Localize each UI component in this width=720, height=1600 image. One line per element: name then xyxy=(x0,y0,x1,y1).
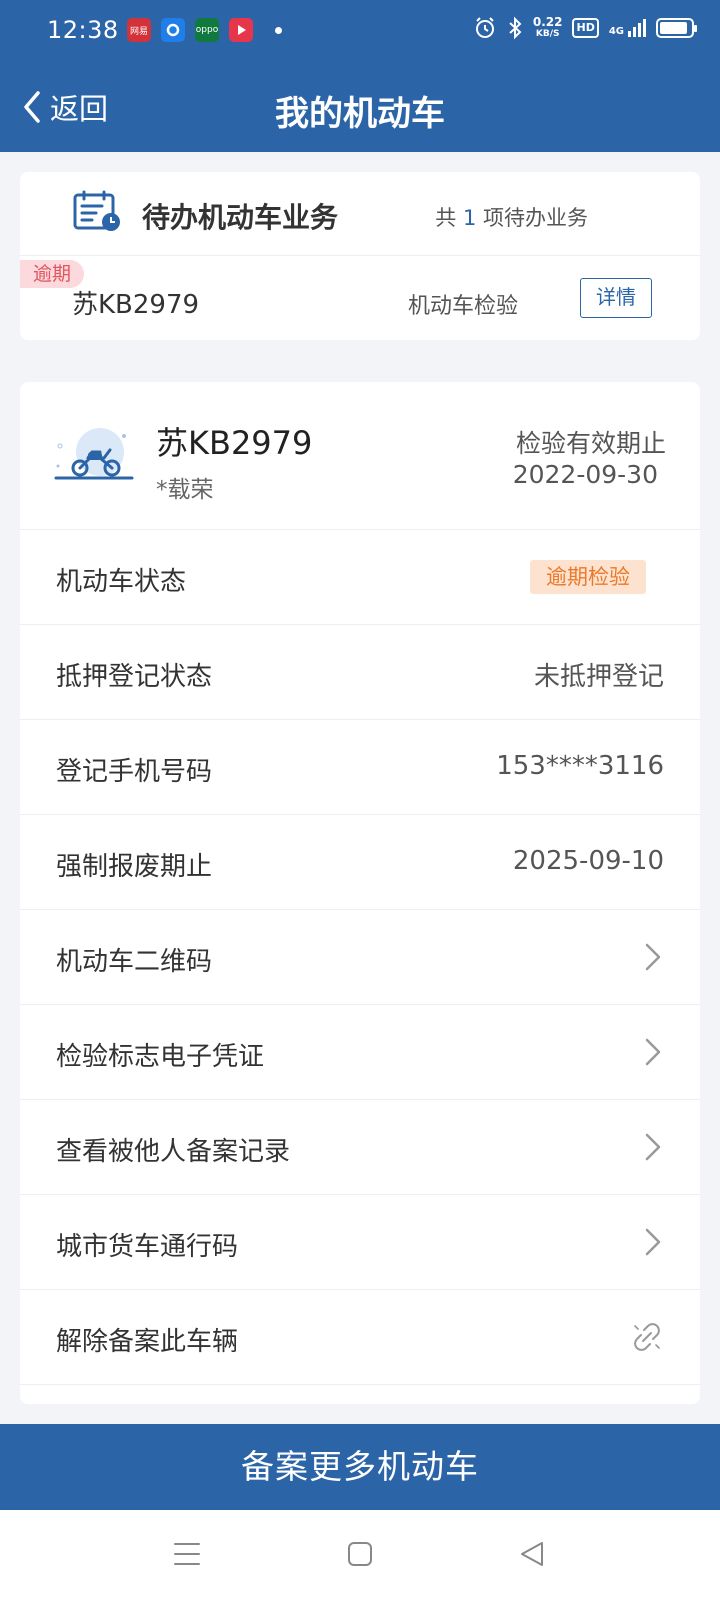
video-app-icon xyxy=(229,18,253,42)
navigation-bar: 返回 我的机动车 xyxy=(0,66,720,152)
pending-plate: 苏KB2979 xyxy=(72,290,200,320)
status-badge: 逾期检验 xyxy=(530,560,646,594)
notification-icons: 网易 oppo xyxy=(127,18,282,42)
motorcycle-icon xyxy=(54,428,134,480)
more-notifications-dot xyxy=(275,26,282,34)
vehicle-header: 苏KB2979 *载荣 检验有效期止 2022-09-30 xyxy=(20,382,700,530)
inspection-expiry-label: 检验有效期止 xyxy=(515,429,666,458)
alarm-icon xyxy=(475,17,494,38)
pending-count: 共 1 项待办业务 xyxy=(435,206,588,230)
row-phone: 登记手机号码 153****3116 xyxy=(20,720,700,815)
chevron-right-icon xyxy=(645,1133,661,1161)
row-unbind-vehicle[interactable]: 解除备案此车辆 xyxy=(20,1290,700,1385)
menu-icon[interactable] xyxy=(173,1540,201,1568)
oppo-icon: oppo xyxy=(195,18,219,42)
battery-icon xyxy=(656,18,697,38)
row-scrap-date: 强制报废期止 2025-09-10 xyxy=(20,815,700,910)
back-triangle-icon[interactable] xyxy=(518,1540,546,1568)
chevron-right-icon xyxy=(645,1038,661,1066)
status-indicators: 0.22 KB/S HD 4G xyxy=(473,15,697,40)
status-bar: 12:38 网易 oppo 0.22 KB/S HD 4G xyxy=(0,0,720,66)
bluetooth-icon xyxy=(509,16,522,40)
pending-type: 机动车检验 xyxy=(407,294,518,319)
vehicle-card: 苏KB2979 *载荣 检验有效期止 2022-09-30 机动车状态 逾期检验… xyxy=(20,382,700,1404)
signal-icon: 4G xyxy=(609,19,646,37)
row-vehicle-qrcode[interactable]: 机动车二维码 xyxy=(20,910,700,1005)
detail-button[interactable]: 详情 xyxy=(580,278,652,318)
vehicle-plate: 苏KB2979 xyxy=(156,424,313,462)
pending-title: 待办机动车业务 xyxy=(142,201,339,234)
row-truck-pass[interactable]: 城市货车通行码 xyxy=(20,1195,700,1290)
unlink-icon xyxy=(634,1323,660,1351)
browser-icon xyxy=(161,18,185,42)
row-others-records[interactable]: 查看被他人备案记录 xyxy=(20,1100,700,1195)
pending-item: 逾期 苏KB2979 机动车检验 详情 xyxy=(20,256,700,340)
hd-icon: HD xyxy=(572,18,599,38)
pending-header: 待办机动车业务 共 1 项待办业务 xyxy=(20,172,700,256)
chevron-right-icon xyxy=(645,943,661,971)
vehicle-owner: *载荣 xyxy=(156,477,214,503)
netease-cloud-icon: 网易 xyxy=(127,18,151,42)
pending-business-card: 待办机动车业务 共 1 项待办业务 逾期 苏KB2979 机动车检验 详情 xyxy=(20,172,700,340)
row-inspection-certificate[interactable]: 检验标志电子凭证 xyxy=(20,1005,700,1100)
row-mortgage-status: 抵押登记状态 未抵押登记 xyxy=(20,625,700,720)
row-vehicle-status: 机动车状态 逾期检验 xyxy=(20,530,700,625)
app-header: 12:38 网易 oppo 0.22 KB/S HD 4G 返回 我的机动车 xyxy=(0,0,720,152)
network-speed: 0.22 KB/S xyxy=(532,15,563,39)
register-more-vehicles-button[interactable]: 备案更多机动车 xyxy=(0,1424,720,1510)
inspection-expiry-date: 2022-09-30 xyxy=(512,460,658,489)
home-icon[interactable] xyxy=(346,1540,374,1568)
page-title: 我的机动车 xyxy=(275,94,445,134)
system-navigation-bar xyxy=(0,1510,720,1600)
chevron-right-icon xyxy=(645,1228,661,1256)
task-calendar-icon xyxy=(73,190,120,231)
status-time: 12:38 xyxy=(47,16,119,44)
